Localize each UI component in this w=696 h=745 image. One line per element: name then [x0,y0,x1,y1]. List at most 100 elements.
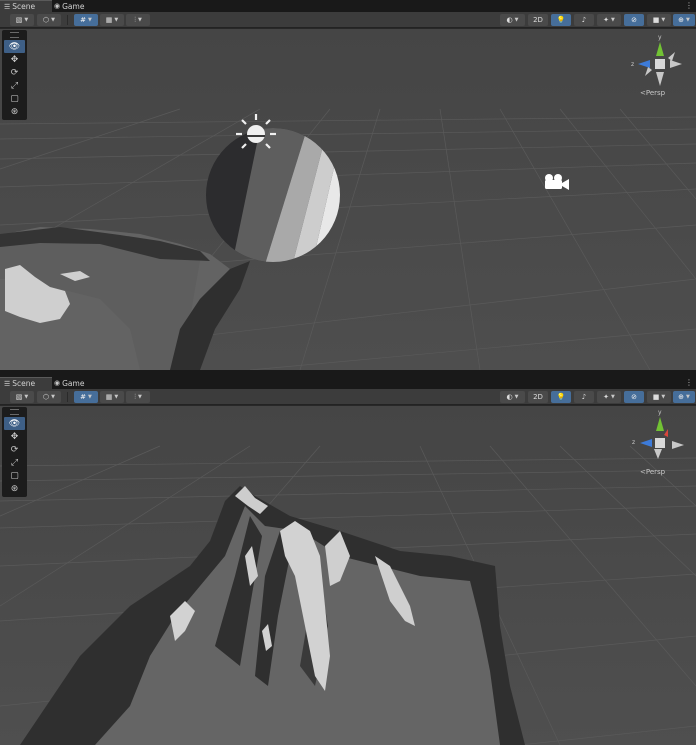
scene-render [0,29,696,370]
globe-icon: ⊕ [678,393,684,401]
draw-mode-dropdown[interactable]: ▧ ▼ [10,391,34,403]
axis-gizmo-graphic [638,42,682,86]
pivot-dropdown[interactable]: ⫶ ▼ [126,14,150,26]
tools-grip-handle[interactable] [10,409,19,415]
globe-icon: ⊕ [678,16,684,24]
camera-icon: ■ [652,16,660,24]
audio-icon: ♪ [581,16,587,24]
transform-tool-icon[interactable]: ⊛ [4,482,25,495]
grid-snap-dropdown[interactable]: # ▼ [74,14,98,26]
scene-viewport[interactable]: 👁 ✥ ⟳ ⤢ ▢ ⊛ y z <Persp [0,406,696,745]
cube-dropdown[interactable]: ⬡ ▼ [37,391,61,403]
rect-tool-icon[interactable]: ▢ [4,92,25,105]
lightbulb-icon: 💡 [556,16,566,24]
grid-icon: # [80,393,86,401]
draw-mode-icon: ▧ [15,16,23,24]
shading-dropdown[interactable]: ◐ ▼ [500,14,525,26]
tab-game[interactable]: ◉ Game [54,0,94,12]
projection-label: Persp [645,468,666,476]
lighting-toggle[interactable]: 💡 [551,391,571,403]
toggle-2d-label: 2D [533,393,543,401]
gizmos-dropdown[interactable]: ⊕ ▼ [673,391,695,403]
hidden-objects-toggle[interactable]: ⊘ [624,391,644,403]
shading-sphere-icon: ◐ [506,393,513,401]
cube-icon: ⬡ [43,16,50,24]
orientation-gizmo[interactable]: y z <Persp [630,409,690,491]
draw-mode-dropdown[interactable]: ▧ ▼ [10,14,34,26]
toggle-2d-label: 2D [533,16,543,24]
move-tool-icon[interactable]: ✥ [4,430,25,443]
panel-menu-icon[interactable]: ⋮ [685,378,693,387]
toggle-2d-button[interactable]: 2D [528,14,548,26]
grid-icon: # [80,16,86,24]
projection-label: Persp [645,89,666,97]
scene-panel-top: ☰ Scene ◉ Game ⋮ ▧ ▼ ⬡ ▼ # ▼ ▦ ▼ ⫶ ▼ ◐ ▼ 2D 💡 … [0,0,696,370]
effects-icon: ✦ [603,393,609,401]
shading-sphere-icon: ◐ [506,16,513,24]
lighting-toggle[interactable]: 💡 [551,14,571,26]
scene-tab-icon: ☰ [4,379,11,388]
projection-toggle[interactable]: <Persp [640,89,665,97]
view-tool-icon[interactable]: 👁 [4,40,25,53]
shading-dropdown[interactable]: ◐ ▼ [500,391,525,403]
projection-toggle[interactable]: <Persp [640,468,665,476]
scale-tool-icon[interactable]: ⤢ [4,79,25,92]
audio-toggle[interactable]: ♪ [574,391,594,403]
effects-dropdown[interactable]: ✦ ▼ [597,14,621,26]
snap-icon: ▦ [105,16,113,24]
axis-z-label: z [631,61,635,68]
scene-toolbar: ▧ ▼ ⬡ ▼ # ▼ ▦ ▼ ⫶ ▼ ◐ ▼ 2D 💡 ♪ ✦ ▼ ⊘ ■ ▼ ⊕ ▼ [0,12,696,28]
draw-mode-icon: ▧ [15,393,23,401]
axis-gizmo-graphic [640,417,684,459]
axis-y-label: y [658,34,662,41]
hidden-objects-toggle[interactable]: ⊘ [624,14,644,26]
eye-slash-icon: ⊘ [631,16,637,24]
tab-scene[interactable]: ☰ Scene [0,377,52,389]
scene-tab-icon: ☰ [4,2,11,11]
axis-y-label: y [658,409,662,416]
cube-dropdown[interactable]: ⬡ ▼ [37,14,61,26]
tab-game-label: Game [62,1,85,11]
move-tool-icon[interactable]: ✥ [4,53,25,66]
axis-z-label: z [632,439,636,446]
snap-increment-dropdown[interactable]: ▦ ▼ [100,14,124,26]
tools-overlay: 👁 ✥ ⟳ ⤢ ▢ ⊛ [2,30,27,120]
camera-icon: ■ [652,393,660,401]
panel-menu-icon[interactable]: ⋮ [685,1,693,10]
view-tool-icon[interactable]: 👁 [4,417,25,430]
gamepad-icon: ◉ [54,379,61,387]
tools-overlay: 👁 ✥ ⟳ ⤢ ▢ ⊛ [2,407,27,497]
scene-panel-bottom: ☰ Scene ◉ Game ⋮ ▧ ▼ ⬡ ▼ # ▼ ▦ ▼ ⫶ ▼ ◐ ▼ 2D 💡 … [0,377,696,745]
effects-icon: ✦ [603,16,609,24]
pivot-icon: ⫶ [134,15,136,24]
tools-grip-handle[interactable] [10,32,19,38]
tab-scene[interactable]: ☰ Scene [0,0,52,12]
pivot-dropdown[interactable]: ⫶ ▼ [126,391,150,403]
cube-icon: ⬡ [43,393,50,401]
gizmos-dropdown[interactable]: ⊕ ▼ [673,14,695,26]
grid-snap-dropdown[interactable]: # ▼ [74,391,98,403]
pivot-icon: ⫶ [134,392,136,401]
tab-scene-label: Scene [12,2,36,11]
orientation-gizmo[interactable]: y z <Persp [630,34,690,114]
gamepad-icon: ◉ [54,2,61,10]
tab-game[interactable]: ◉ Game [54,377,94,389]
effects-dropdown[interactable]: ✦ ▼ [597,391,621,403]
audio-toggle[interactable]: ♪ [574,14,594,26]
scene-render [0,406,696,745]
rotate-tool-icon[interactable]: ⟳ [4,66,25,79]
camera-settings-dropdown[interactable]: ■ ▼ [647,391,671,403]
snap-increment-dropdown[interactable]: ▦ ▼ [100,391,124,403]
tab-bar: ☰ Scene ◉ Game ⋮ [0,377,696,389]
scene-viewport[interactable]: 👁 ✥ ⟳ ⤢ ▢ ⊛ y z <Persp [0,29,696,370]
tab-bar: ☰ Scene ◉ Game ⋮ [0,0,696,12]
scene-toolbar: ▧ ▼ ⬡ ▼ # ▼ ▦ ▼ ⫶ ▼ ◐ ▼ 2D 💡 ♪ ✦ ▼ ⊘ ■ ▼ ⊕ ▼ [0,389,696,405]
rect-tool-icon[interactable]: ▢ [4,469,25,482]
transform-tool-icon[interactable]: ⊛ [4,105,25,118]
rotate-tool-icon[interactable]: ⟳ [4,443,25,456]
toggle-2d-button[interactable]: 2D [528,391,548,403]
audio-icon: ♪ [581,393,587,401]
scale-tool-icon[interactable]: ⤢ [4,456,25,469]
camera-settings-dropdown[interactable]: ■ ▼ [647,14,671,26]
tab-scene-label: Scene [12,379,36,388]
